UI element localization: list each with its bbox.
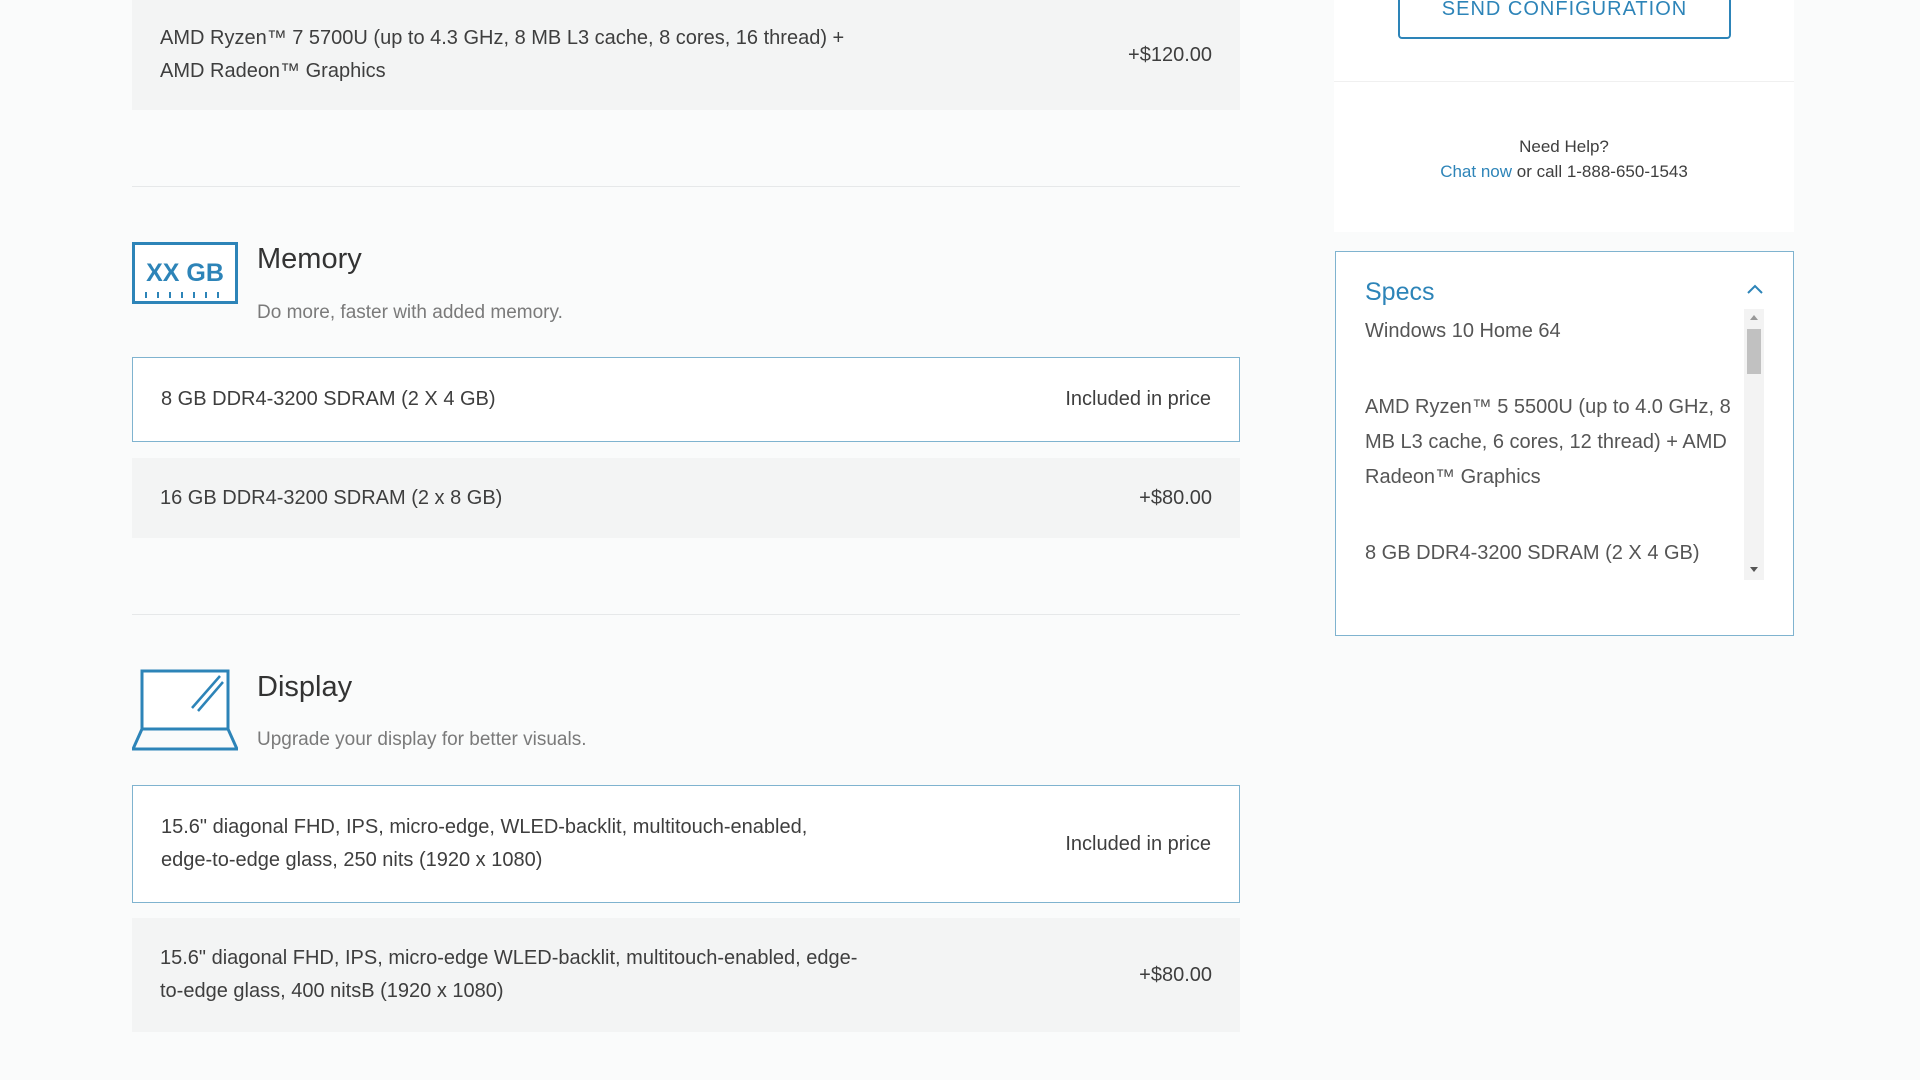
chat-now-link[interactable]: Chat now (1440, 162, 1512, 181)
scroll-down-arrow-icon[interactable] (1750, 567, 1758, 572)
configurator-page: AMD Ryzen™ 7 5700U (up to 4.3 GHz, 8 MB … (0, 0, 1920, 1080)
section-divider (132, 186, 1240, 187)
option-price: Included in price (1065, 388, 1211, 410)
display-title: Display (257, 671, 353, 703)
memory-icon-text: XX GB (146, 259, 224, 287)
chevron-up-icon[interactable] (1746, 282, 1764, 300)
option-price: +$120.00 (1128, 43, 1212, 66)
spec-item: Windows 10 Home 64 (1365, 320, 1561, 342)
memory-option-16gb[interactable]: 16 GB DDR4-3200 SDRAM (2 x 8 GB) +$80.00 (132, 458, 1240, 538)
option-price: Included in price (1065, 832, 1211, 855)
display-option-400nits[interactable]: 15.6" diagonal FHD, IPS, micro-edge WLED… (132, 918, 1240, 1032)
option-price: +$80.00 (1139, 963, 1212, 986)
display-option-250nits[interactable]: 15.6" diagonal FHD, IPS, micro-edge, WLE… (132, 785, 1240, 903)
option-label: 15.6" diagonal FHD, IPS, micro-edge WLED… (160, 947, 858, 1002)
need-help-label: Need Help? (1519, 137, 1609, 156)
specs-panel: Specs Windows 10 Home 64 AMD Ryzen™ 5 55… (1335, 251, 1794, 636)
memory-title: Memory (257, 243, 362, 275)
card-divider (1334, 81, 1794, 82)
option-label: AMD Ryzen™ 7 5700U (up to 4.3 GHz, 8 MB … (160, 27, 845, 82)
scroll-up-arrow-icon[interactable] (1750, 315, 1758, 320)
call-text: or call 1-888-650-1543 (1516, 162, 1688, 181)
laptop-display-icon (130, 668, 240, 757)
spec-item: 8 GB DDR4-3200 SDRAM (2 X 4 GB) (1365, 542, 1700, 564)
option-price: +$80.00 (1139, 486, 1212, 509)
specs-scrollbar[interactable] (1744, 309, 1764, 580)
display-description: Upgrade your display for better visuals. (257, 729, 587, 750)
help-card: SEND CONFIGURATION Need Help? Chat now o… (1334, 0, 1794, 232)
memory-description: Do more, faster with added memory. (257, 302, 563, 323)
section-divider (132, 614, 1240, 615)
scrollbar-thumb[interactable] (1747, 329, 1761, 374)
send-configuration-button[interactable]: SEND CONFIGURATION (1398, 0, 1731, 39)
processor-option-ryzen7[interactable]: AMD Ryzen™ 7 5700U (up to 4.3 GHz, 8 MB … (132, 0, 1240, 110)
spec-item: AMD Ryzen™ 5 5500U (up to 4.0 GHz, 8 MB … (1365, 396, 1731, 488)
option-label: 15.6" diagonal FHD, IPS, micro-edge, WLE… (161, 816, 808, 871)
specs-title[interactable]: Specs (1365, 278, 1434, 307)
option-label: 16 GB DDR4-3200 SDRAM (2 x 8 GB) (160, 486, 503, 509)
specs-list: Windows 10 Home 64 AMD Ryzen™ 5 5500U (u… (1365, 314, 1760, 584)
help-text: Need Help? Chat now or call 1-888-650-15… (1334, 134, 1794, 184)
memory-option-8gb[interactable]: 8 GB DDR4-3200 SDRAM (2 X 4 GB) Included… (132, 357, 1240, 442)
option-label: 8 GB DDR4-3200 SDRAM (2 X 4 GB) (161, 388, 496, 410)
memory-icon: XX GB (132, 242, 238, 311)
